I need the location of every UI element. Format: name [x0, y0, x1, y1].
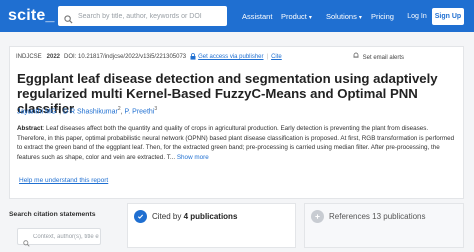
doi-text[interactable]: DOI: 10.21817/indjcse/2022/v13i5/2213050…	[64, 54, 186, 60]
abstract: Abstract: Leaf diseases affect both the …	[17, 125, 455, 162]
tab-references[interactable]: References 13 publications	[304, 203, 464, 248]
chevron-down-icon: ▾	[308, 15, 312, 21]
bell-icon	[353, 52, 361, 61]
email-alerts-label: Set email alerts	[362, 55, 405, 61]
help-understand-report-link[interactable]: Help me understand this report	[19, 177, 108, 184]
cited-by-count: 4	[183, 212, 189, 221]
signup-button[interactable]: Sign Up	[432, 8, 464, 25]
citation-statements-heading: Search citation statements	[9, 211, 96, 218]
nav-product-label: Product	[281, 12, 307, 21]
get-access-link[interactable]: Get access via publisher	[198, 54, 263, 60]
cited-by-label: Cited by 4 publications	[152, 212, 237, 221]
nav-pricing[interactable]: Pricing	[371, 12, 394, 21]
author-affiliation-number: 3	[154, 106, 158, 112]
author-link[interactable]: Jayanthi MG	[17, 108, 56, 115]
author-link[interactable]: P. Preethi	[125, 108, 155, 115]
lock-icon	[190, 52, 196, 62]
publication-year: 2022	[46, 54, 61, 60]
paper-meta-row: INDJCSE 2022 DOI: 10.21817/indjcse/2022/…	[16, 52, 282, 62]
references-label: References 13 publications	[329, 212, 426, 221]
search-icon	[23, 234, 30, 252]
context-search-box[interactable]	[17, 228, 101, 247]
scite-logo[interactable]: scite_	[8, 7, 55, 25]
show-more-link[interactable]: Show more	[177, 154, 209, 161]
journal-name[interactable]: INDJCSE	[16, 54, 42, 60]
cited-by-prefix: Cited by	[152, 212, 182, 221]
abstract-text: Leaf diseases affect both the quantity a…	[17, 125, 455, 162]
login-button[interactable]: Log In	[403, 8, 431, 24]
top-navigation-bar: scite_ Assistant Product▾ Solutions▾ Pri…	[0, 0, 474, 32]
context-search-input[interactable]	[33, 231, 99, 243]
author-link[interactable]: D R Shashikumar	[63, 108, 118, 115]
nav-solutions-label: Solutions	[326, 12, 357, 21]
chevron-down-icon: ▾	[358, 15, 362, 21]
email-alerts-link[interactable]: Set email alerts	[353, 52, 404, 61]
nav-assistant-label: Assistant	[242, 12, 273, 21]
references-icon	[311, 210, 324, 223]
nav-pricing-label: Pricing	[371, 12, 394, 21]
global-search-box[interactable]	[58, 6, 227, 26]
tab-cited-by[interactable]: Cited by 4 publications	[127, 203, 296, 248]
nav-assistant[interactable]: Assistant	[242, 12, 272, 21]
global-search-input[interactable]	[78, 8, 223, 24]
author-list: Jayanthi MG1, D R Shashikumar2, P. Preet…	[17, 106, 158, 116]
divider: |	[266, 54, 269, 60]
cite-link[interactable]: Cite	[271, 54, 282, 60]
cited-by-icon	[134, 210, 147, 223]
search-icon	[64, 11, 73, 29]
cited-by-suffix: publications	[190, 212, 238, 221]
nav-solutions[interactable]: Solutions ▾	[326, 12, 362, 21]
nav-product[interactable]: Product ▾	[281, 12, 312, 21]
abstract-label: Abstract	[17, 125, 43, 132]
